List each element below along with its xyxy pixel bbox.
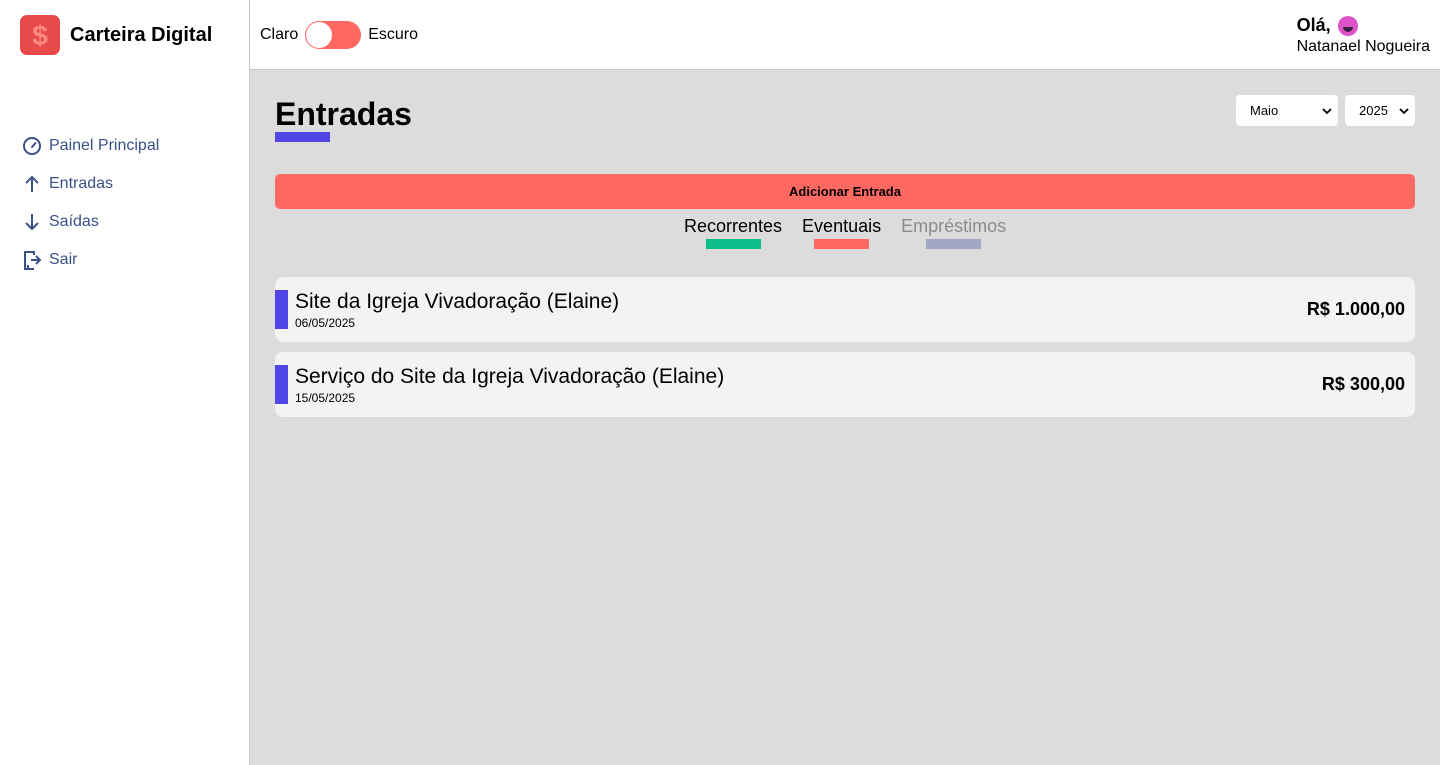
tab-underline	[814, 239, 870, 249]
logout-icon	[24, 251, 42, 270]
theme-toggle[interactable]	[305, 21, 362, 49]
user-greeting: Olá, Natanael Nogueira	[1297, 15, 1430, 56]
theme-switcher: Claro Escuro	[260, 21, 418, 49]
svg-text:$: $	[32, 20, 48, 50]
entry-date: 06/05/2025	[295, 316, 356, 330]
brand-name: Carteira Digital	[70, 23, 213, 46]
sidebar-item-label: Saídas	[49, 213, 99, 230]
main-menu: Painel Principal Entradas Saídas Sair	[21, 127, 159, 279]
page-title: Entradas	[275, 96, 412, 132]
tab-label: Recorrentes	[684, 216, 783, 236]
year-select-value: 2025	[1359, 103, 1388, 118]
sidebar-item-label: Painel Principal	[49, 137, 160, 154]
arrow-up-icon	[25, 175, 39, 192]
tab-underline	[926, 239, 982, 249]
theme-dark-label: Escuro	[368, 26, 419, 43]
list-item[interactable]: Serviço do Site da Igreja Vivadoração (E…	[275, 352, 1415, 417]
tab-label: Empréstimos	[901, 216, 1007, 236]
top-bar: Claro Escuro Olá, Natanael Nogueira	[250, 0, 1440, 70]
tab-underline	[705, 239, 761, 249]
theme-light-label: Claro	[260, 26, 299, 43]
tab-emprestimos[interactable]: Empréstimos	[901, 216, 1006, 249]
brand[interactable]: $ Carteira Digital	[20, 15, 212, 55]
year-select[interactable]: 2025	[1345, 95, 1415, 126]
entry-date: 15/05/2025	[295, 391, 356, 405]
month-select-value: Maio	[1250, 103, 1279, 118]
arrow-down-icon	[25, 214, 39, 231]
dashboard-icon	[23, 137, 41, 155]
entry-tag	[275, 290, 288, 329]
period-filters: Maio 2025	[1229, 95, 1415, 126]
tab-label: Eventuais	[802, 216, 882, 236]
chevron-down-icon	[1399, 107, 1409, 114]
dollar-icon: $	[20, 15, 60, 55]
entry-amount: R$ 300,00	[1321, 374, 1405, 394]
entry-description: Serviço do Site da Igreja Vivadoração (E…	[295, 365, 725, 388]
greeting-text: Olá,	[1296, 15, 1331, 35]
tab-recorrentes[interactable]: Recorrentes	[684, 216, 782, 249]
add-entry-button[interactable]: Adicionar Entrada	[275, 174, 1415, 209]
sidebar-item-saidas[interactable]: Saídas	[21, 203, 159, 241]
tab-eventuais[interactable]: Eventuais	[802, 216, 881, 249]
sidebar-item-label: Entradas	[49, 175, 114, 192]
sidebar-item-label: Sair	[49, 251, 78, 268]
month-select[interactable]: Maio	[1236, 95, 1338, 126]
entry-amount: R$ 1.000,00	[1306, 299, 1405, 319]
frequency-tabs: Recorrentes Eventuais Empréstimos	[684, 216, 1026, 249]
sidebar-item-entradas[interactable]: Entradas	[21, 165, 159, 203]
sidebar: $ Carteira Digital Painel Principal Entr…	[0, 0, 250, 765]
title-underline	[275, 132, 330, 142]
sidebar-item-sair[interactable]: Sair	[21, 241, 159, 279]
sidebar-item-painel-principal[interactable]: Painel Principal	[21, 127, 159, 165]
toggle-knob	[306, 22, 333, 48]
entries-list: Site da Igreja Vivadoração (Elaine) 06/0…	[275, 277, 1415, 427]
star-struck-emoji-icon	[1337, 15, 1358, 36]
user-name: Natanael Nogueira	[1296, 38, 1430, 55]
chevron-down-icon	[1322, 107, 1332, 114]
entry-tag	[275, 365, 288, 404]
entry-description: Site da Igreja Vivadoração (Elaine)	[295, 290, 620, 313]
list-item[interactable]: Site da Igreja Vivadoração (Elaine) 06/0…	[275, 277, 1415, 342]
